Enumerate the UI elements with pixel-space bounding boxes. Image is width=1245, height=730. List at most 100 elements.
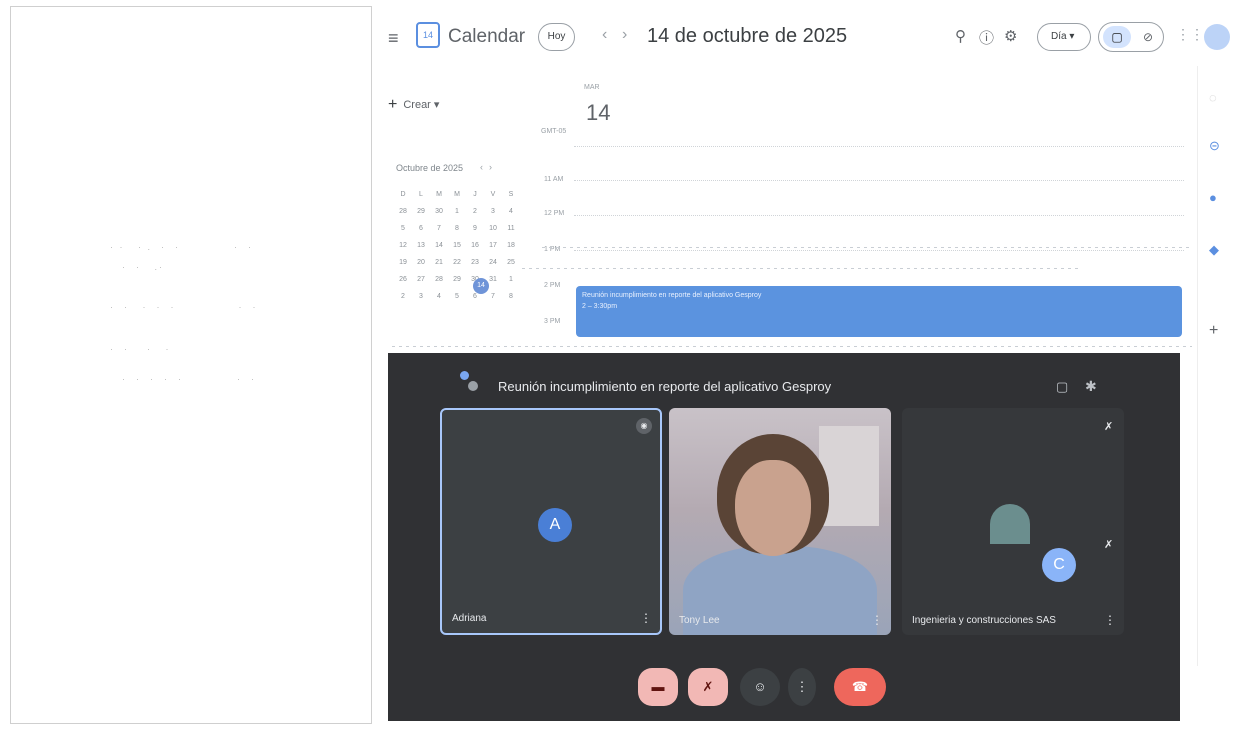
- participant-avatar: A: [538, 508, 572, 542]
- more-options-icon[interactable]: ⋮: [1104, 613, 1116, 627]
- mini-calendar-day[interactable]: 10: [484, 220, 502, 237]
- keep-icon[interactable]: ◌: [1209, 90, 1217, 105]
- time-label: 2 PM: [544, 282, 561, 289]
- camera-off-button[interactable]: ▬: [638, 668, 678, 706]
- mini-calendar-day[interactable]: 4: [430, 288, 448, 305]
- call-controls: ▬ ✗ ☺ ⋮ ☎: [638, 668, 938, 708]
- hang-up-icon: ☎: [851, 679, 869, 694]
- mini-calendar-week: DLMMJVS: [394, 186, 524, 203]
- calendar-view-icon[interactable]: ▢: [1103, 26, 1131, 48]
- more-options-icon[interactable]: ⋮: [871, 613, 883, 627]
- more-options-icon[interactable]: ⋮: [640, 611, 652, 625]
- add-addon-icon[interactable]: +: [1209, 322, 1218, 340]
- contacts-icon[interactable]: ●: [1209, 190, 1217, 205]
- mini-calendar-day[interactable]: 23: [466, 254, 484, 271]
- menu-icon[interactable]: ≡: [388, 28, 399, 49]
- mini-calendar-day[interactable]: 7: [430, 220, 448, 237]
- view-toggle[interactable]: ▢ ⊘: [1098, 22, 1164, 52]
- mini-calendar-day[interactable]: 20: [412, 254, 430, 271]
- mini-calendar-day[interactable]: 2: [394, 288, 412, 305]
- tasks-view-icon[interactable]: ⊘: [1135, 26, 1161, 48]
- mini-calendar-day[interactable]: 24: [484, 254, 502, 271]
- mini-calendar-day[interactable]: 21: [430, 254, 448, 271]
- mini-calendar-day[interactable]: 5: [394, 220, 412, 237]
- mini-calendar-day[interactable]: 27: [412, 271, 430, 288]
- day-number[interactable]: 14: [586, 100, 610, 126]
- apps-grid-icon[interactable]: ⋮⋮: [1176, 26, 1204, 43]
- mini-calendar-day[interactable]: 29: [412, 203, 430, 220]
- hour-line: [574, 215, 1184, 216]
- mini-calendar-day[interactable]: 8: [502, 288, 520, 305]
- side-panel-rail: ◌ ⊝ ● ◆ +: [1197, 66, 1240, 666]
- mini-calendar-day[interactable]: 26: [394, 271, 412, 288]
- tasks-icon[interactable]: ⊝: [1209, 138, 1220, 154]
- scan-noise: · · .·: [122, 262, 164, 272]
- today-button[interactable]: Hoy: [538, 23, 575, 51]
- mini-calendar-day[interactable]: 4: [502, 203, 520, 220]
- event-title: Reunión incumplimiento en reporte del ap…: [582, 292, 762, 299]
- end-call-button[interactable]: ☎: [834, 668, 886, 706]
- view-selector[interactable]: Día ▾: [1037, 23, 1091, 51]
- account-avatar[interactable]: [1204, 24, 1230, 50]
- mic-off-button[interactable]: ✗: [688, 668, 728, 706]
- mini-calendar-nav[interactable]: ‹›: [480, 162, 498, 172]
- mini-calendar-day[interactable]: 1: [448, 203, 466, 220]
- scan-noise: · · · ·: [110, 344, 171, 354]
- mini-calendar-day[interactable]: 9: [466, 220, 484, 237]
- scan-noise: · · · · · · ·: [122, 374, 256, 384]
- chevron-left-icon[interactable]: ‹: [602, 26, 607, 44]
- mini-calendar-day[interactable]: 14: [430, 237, 448, 254]
- more-options-button[interactable]: ⋮: [788, 668, 816, 706]
- speaking-indicator-icon: ◉: [636, 418, 652, 434]
- mini-calendar-day[interactable]: 16: [466, 237, 484, 254]
- mini-calendar-day[interactable]: 30: [430, 203, 448, 220]
- bluetooth-icon[interactable]: ✱: [1085, 378, 1097, 395]
- search-icon[interactable]: ⚲: [955, 27, 966, 45]
- settings-icon[interactable]: ⚙: [1004, 27, 1017, 45]
- mini-calendar-day[interactable]: 6: [412, 220, 430, 237]
- mini-calendar-day[interactable]: 29: [448, 271, 466, 288]
- participant-avatar: C: [1042, 548, 1076, 582]
- mini-calendar-day: V: [490, 191, 496, 198]
- hour-line: [574, 180, 1184, 181]
- maps-icon[interactable]: ◆: [1209, 242, 1219, 258]
- help-icon[interactable]: ⓘ: [979, 27, 994, 48]
- mini-calendar-selected-day[interactable]: 14: [473, 278, 489, 294]
- mini-calendar-week: 12 13 14 15 16 17 18: [394, 237, 524, 254]
- mini-calendar-day[interactable]: 15: [448, 237, 466, 254]
- mini-calendar-day[interactable]: 12: [394, 237, 412, 254]
- mini-calendar-day[interactable]: 22: [448, 254, 466, 271]
- mini-calendar-day[interactable]: 28: [394, 203, 412, 220]
- participant-tile[interactable]: ◉ A Adriana ⋮: [440, 408, 662, 635]
- mini-calendar-day[interactable]: 11: [502, 220, 520, 237]
- mini-calendar-day: S: [508, 191, 514, 198]
- participant-tile[interactable]: ✗ ✗ C Ingenieria y construcciones SAS ⋮: [902, 408, 1124, 635]
- mini-calendar-day[interactable]: 17: [484, 237, 502, 254]
- mini-calendar-day[interactable]: 3: [484, 203, 502, 220]
- mini-calendar-day[interactable]: 19: [394, 254, 412, 271]
- mini-calendar-day[interactable]: 25: [502, 254, 520, 271]
- participant-name: Ingenieria y construcciones SAS: [912, 615, 1056, 626]
- mini-calendar-day: L: [419, 191, 423, 198]
- mini-calendar-day[interactable]: 2: [466, 203, 484, 220]
- mini-calendar-day[interactable]: 28: [430, 271, 448, 288]
- scan-noise: [522, 268, 1082, 269]
- picture-in-picture-icon[interactable]: ▢: [1056, 379, 1068, 395]
- plus-icon: +: [388, 96, 398, 113]
- mini-calendar-day[interactable]: 8: [448, 220, 466, 237]
- hour-line: [574, 250, 1184, 251]
- reactions-button[interactable]: ☺: [740, 668, 780, 706]
- day-of-week-label: MAR: [584, 84, 600, 91]
- mini-calendar-day[interactable]: 18: [502, 237, 520, 254]
- participant-tile[interactable]: Tony Lee ⋮: [669, 408, 891, 635]
- mic-off-icon: ✗: [702, 679, 714, 694]
- chevron-right-icon[interactable]: ›: [622, 26, 627, 44]
- more-vert-icon: ⋮: [795, 679, 809, 694]
- mini-calendar-day[interactable]: 13: [412, 237, 430, 254]
- calendar-event[interactable]: Reunión incumplimiento en reporte del ap…: [576, 286, 1182, 337]
- mini-calendar-day[interactable]: 1: [502, 271, 520, 288]
- mini-calendar-day[interactable]: 3: [412, 288, 430, 305]
- create-button[interactable]: + Crear ▾: [388, 96, 439, 114]
- mini-calendar-day[interactable]: 5: [448, 288, 466, 305]
- timezone-label: GMT-05: [541, 128, 567, 135]
